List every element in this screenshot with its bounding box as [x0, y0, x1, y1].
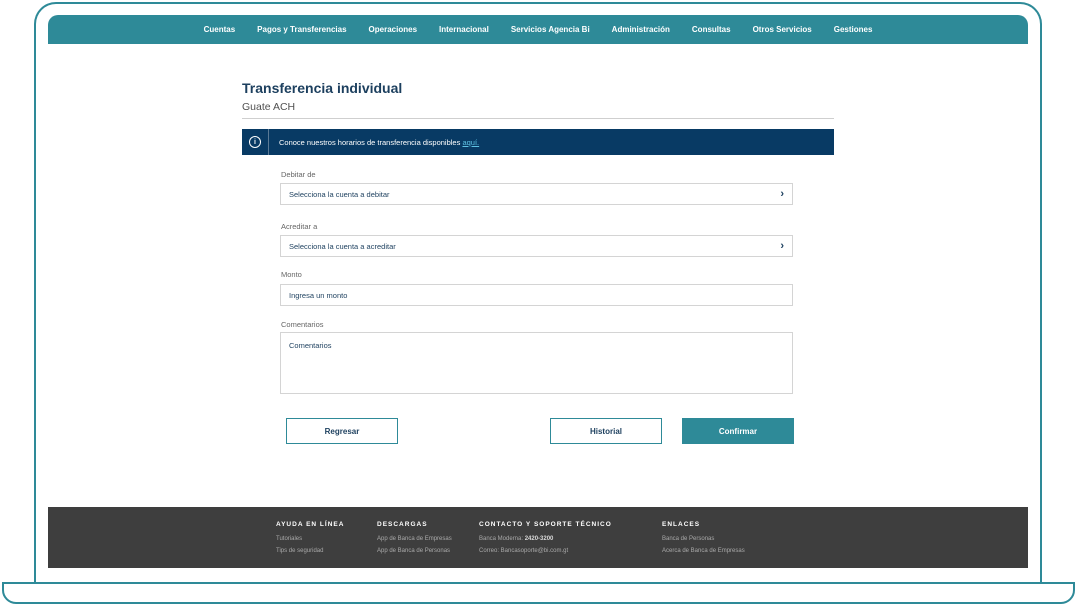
debit-account-select[interactable]: Selecciona la cuenta a debitar ›: [280, 183, 793, 205]
comments-textarea[interactable]: Comentarios: [280, 332, 793, 394]
footer-link-security-tips[interactable]: Tips de seguridad: [276, 548, 344, 554]
banner-message: Conoce nuestros horarios de transferenci…: [279, 137, 461, 147]
footer-link-about-business[interactable]: Acerca de Banca de Empresas: [662, 548, 745, 554]
nav-internacional[interactable]: Internacional: [439, 25, 489, 34]
credit-placeholder: Selecciona la cuenta a acreditar: [289, 241, 396, 251]
page-subtitle: Guate ACH: [242, 101, 296, 113]
footer-downloads-title: DESCARGAS: [377, 521, 428, 528]
footer-link-business-app[interactable]: App de Banca de Empresas: [377, 536, 452, 542]
footer-help-title: AYUDA EN LÍNEA: [276, 521, 345, 528]
page-title: Transferencia individual: [242, 80, 403, 96]
nav-otros-servicios[interactable]: Otros Servicios: [753, 25, 812, 34]
history-button[interactable]: Historial: [550, 418, 662, 444]
comments-placeholder: Comentarios: [289, 341, 332, 350]
footer-links-column: ENLACES Banca de Personas Acerca de Banc…: [662, 521, 745, 560]
footer-link-tutorials[interactable]: Tutoriales: [276, 536, 344, 542]
info-banner: i Conoce nuestros horarios de transferen…: [242, 129, 834, 155]
schedule-link[interactable]: aquí.: [462, 138, 479, 147]
footer-contact-email[interactable]: Correo: Bancasoporte@bi.com.gt: [479, 548, 612, 554]
banner-text: Conoce nuestros horarios de transferenci…: [269, 138, 479, 147]
info-icon-container: i: [242, 129, 269, 155]
credit-label: Acreditar a: [281, 222, 318, 231]
nav-gestiones[interactable]: Gestiones: [834, 25, 873, 34]
chevron-right-icon: ›: [780, 188, 784, 200]
footer-contact-title: CONTACTO Y SOPORTE TÉCNICO: [479, 521, 612, 528]
nav-operaciones[interactable]: Operaciones: [369, 25, 417, 34]
footer-downloads-column: DESCARGAS App de Banca de Empresas App d…: [377, 521, 452, 560]
nav-administracion[interactable]: Administración: [612, 25, 670, 34]
amount-input[interactable]: Ingresa un monto: [280, 284, 793, 306]
footer-contact-column: CONTACTO Y SOPORTE TÉCNICO Banca Moderna…: [479, 521, 612, 560]
footer-help-column: AYUDA EN LÍNEA Tutoriales Tips de seguri…: [276, 521, 344, 560]
credit-account-select[interactable]: Selecciona la cuenta a acreditar ›: [280, 235, 793, 257]
debit-placeholder: Selecciona la cuenta a debitar: [289, 189, 390, 199]
footer-link-personal-banking[interactable]: Banca de Personas: [662, 536, 745, 542]
debit-label: Debitar de: [281, 170, 316, 179]
footer-phone-label: Banca Moderna:: [479, 536, 524, 542]
comments-label: Comentarios: [281, 320, 324, 329]
nav-pagos-transferencias[interactable]: Pagos y Transferencias: [257, 25, 346, 34]
amount-placeholder: Ingresa un monto: [289, 290, 348, 300]
amount-label: Monto: [281, 270, 302, 279]
back-button[interactable]: Regresar: [286, 418, 398, 444]
nav-consultas[interactable]: Consultas: [692, 25, 731, 34]
info-icon: i: [249, 136, 261, 148]
nav-servicios-agencia[interactable]: Servicios Agencia Bi: [511, 25, 590, 34]
footer: AYUDA EN LÍNEA Tutoriales Tips de seguri…: [48, 507, 1028, 568]
laptop-base: [2, 582, 1075, 604]
footer-contact-phone: Banca Moderna: 2420-3200: [479, 536, 612, 542]
footer-phone-number: 2420-3200: [524, 536, 554, 542]
title-divider: [242, 118, 834, 119]
footer-links-title: ENLACES: [662, 521, 701, 528]
footer-link-personal-app[interactable]: App de Banca de Personas: [377, 548, 452, 554]
main-navigation: Cuentas Pagos y Transferencias Operacion…: [48, 15, 1028, 44]
browser-screen: Cuentas Pagos y Transferencias Operacion…: [48, 15, 1028, 568]
nav-cuentas[interactable]: Cuentas: [204, 25, 236, 34]
chevron-right-icon: ›: [780, 240, 784, 252]
confirm-button[interactable]: Confirmar: [682, 418, 794, 444]
